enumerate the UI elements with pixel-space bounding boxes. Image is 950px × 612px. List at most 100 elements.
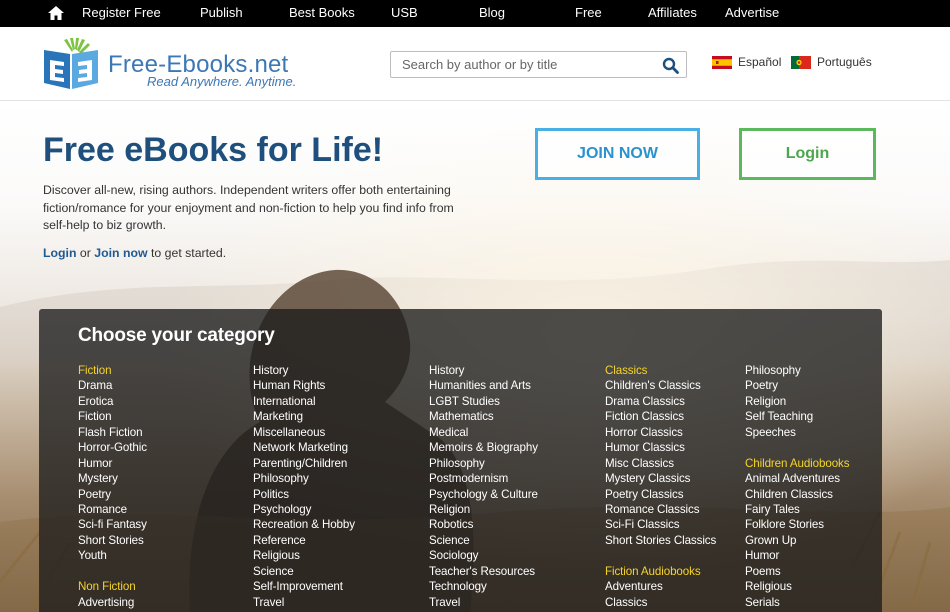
- category-link[interactable]: Animal Adventures: [745, 471, 849, 486]
- category-link[interactable]: Robotics: [429, 517, 538, 532]
- hero-login-link[interactable]: Login: [43, 246, 76, 260]
- category-link[interactable]: Poetry Classics: [605, 487, 716, 502]
- category-link[interactable]: Religious: [253, 548, 355, 563]
- category-link[interactable]: Human Rights: [253, 378, 355, 393]
- language-spanish[interactable]: Español: [712, 55, 781, 69]
- category-link[interactable]: Serials: [745, 595, 849, 610]
- category-link[interactable]: Reference: [253, 533, 355, 548]
- category-link[interactable]: LGBT Studies: [429, 394, 538, 409]
- category-link[interactable]: Short Stories: [78, 533, 147, 548]
- category-link[interactable]: Folklore Stories: [745, 517, 849, 532]
- category-link[interactable]: Religion: [429, 502, 538, 517]
- search-input[interactable]: [391, 52, 651, 77]
- category-link[interactable]: Speeches: [745, 425, 849, 440]
- category-link[interactable]: Technology: [429, 579, 538, 594]
- category-link[interactable]: Flash Fiction: [78, 425, 147, 440]
- category-link[interactable]: Humor Classics: [605, 440, 716, 455]
- nav-best-books[interactable]: Best Books: [289, 5, 355, 21]
- hero-description: Discover all-new, rising authors. Indepe…: [43, 183, 454, 232]
- category-link[interactable]: Parenting/Children: [253, 456, 355, 471]
- nav-register-free[interactable]: Register Free: [82, 5, 161, 21]
- category-link[interactable]: Marketing: [253, 409, 355, 424]
- hero-section: Free eBooks for Life! Discover all-new, …: [0, 102, 950, 612]
- category-link[interactable]: Short Stories Classics: [605, 533, 716, 548]
- category-link[interactable]: Classics: [605, 595, 716, 610]
- category-link[interactable]: Poetry: [78, 487, 147, 502]
- category-link[interactable]: Self-Improvement: [253, 579, 355, 594]
- category-link[interactable]: Misc Classics: [605, 456, 716, 471]
- nav-usb[interactable]: USB: [391, 5, 418, 21]
- category-link[interactable]: Fiction: [78, 409, 147, 424]
- category-heading[interactable]: Fiction Audiobooks: [605, 564, 716, 579]
- category-link[interactable]: History: [253, 363, 355, 378]
- join-now-button[interactable]: JOIN NOW: [535, 128, 700, 180]
- category-link[interactable]: Children's Classics: [605, 378, 716, 393]
- category-link[interactable]: Religious: [745, 579, 849, 594]
- category-link[interactable]: Science: [429, 533, 538, 548]
- nav-advertise[interactable]: Advertise: [725, 5, 779, 21]
- category-link[interactable]: Humor: [745, 548, 849, 563]
- category-link[interactable]: Travel: [253, 595, 355, 610]
- category-link[interactable]: Travel: [429, 595, 538, 610]
- category-link[interactable]: Horror Classics: [605, 425, 716, 440]
- category-link[interactable]: Humanities and Arts: [429, 378, 538, 393]
- language-portuguese[interactable]: Português: [791, 55, 872, 69]
- category-link[interactable]: Philosophy: [745, 363, 849, 378]
- category-link[interactable]: Psychology: [253, 502, 355, 517]
- category-link[interactable]: Philosophy: [253, 471, 355, 486]
- category-link[interactable]: Miscellaneous: [253, 425, 355, 440]
- category-link[interactable]: Horror-Gothic: [78, 440, 147, 455]
- category-link[interactable]: Mathematics: [429, 409, 538, 424]
- category-link[interactable]: Drama: [78, 378, 147, 393]
- category-link[interactable]: Sci-fi Fantasy: [78, 517, 147, 532]
- category-heading[interactable]: Classics: [605, 363, 716, 378]
- category-link[interactable]: Sociology: [429, 548, 538, 563]
- category-link[interactable]: Memoirs & Biography: [429, 440, 538, 455]
- category-title: Choose your category: [78, 325, 275, 346]
- category-link[interactable]: Romance: [78, 502, 147, 517]
- category-link[interactable]: Romance Classics: [605, 502, 716, 517]
- category-link[interactable]: Religion: [745, 394, 849, 409]
- category-link[interactable]: Adventures: [605, 579, 716, 594]
- category-link[interactable]: Self Teaching: [745, 409, 849, 424]
- category-link[interactable]: Youth: [78, 548, 147, 563]
- nav-publish[interactable]: Publish: [200, 5, 243, 21]
- category-link[interactable]: Science: [253, 564, 355, 579]
- search-icon[interactable]: [662, 57, 679, 74]
- category-link[interactable]: Philosophy: [429, 456, 538, 471]
- category-link[interactable]: Mystery: [78, 471, 147, 486]
- category-link[interactable]: Postmodernism: [429, 471, 538, 486]
- book-logo-icon[interactable]: [42, 38, 102, 90]
- category-link[interactable]: History: [429, 363, 538, 378]
- category-link[interactable]: Medical: [429, 425, 538, 440]
- category-link[interactable]: Psychology & Culture: [429, 487, 538, 502]
- category-heading[interactable]: Fiction: [78, 363, 147, 378]
- nav-free[interactable]: Free: [575, 5, 602, 21]
- category-link[interactable]: Children Classics: [745, 487, 849, 502]
- category-link[interactable]: Drama Classics: [605, 394, 716, 409]
- nav-blog[interactable]: Blog: [479, 5, 505, 21]
- category-link[interactable]: Network Marketing: [253, 440, 355, 455]
- language-portuguese-label: Português: [817, 55, 872, 69]
- category-column-2: History Human Rights International Marketin…: [253, 363, 355, 610]
- category-link[interactable]: Recreation & Hobby: [253, 517, 355, 532]
- category-link[interactable]: Mystery Classics: [605, 471, 716, 486]
- category-link[interactable]: Humor: [78, 456, 147, 471]
- category-link[interactable]: Sci-Fi Classics: [605, 517, 716, 532]
- category-heading[interactable]: Children Audiobooks: [745, 456, 850, 471]
- category-link[interactable]: Advertising: [78, 595, 147, 610]
- hero-join-link[interactable]: Join now: [94, 246, 147, 260]
- category-link[interactable]: Teacher's Resources: [429, 564, 538, 579]
- category-link[interactable]: Fiction Classics: [605, 409, 716, 424]
- category-link[interactable]: Politics: [253, 487, 355, 502]
- category-link[interactable]: Fairy Tales: [745, 502, 849, 517]
- category-heading[interactable]: Non Fiction: [78, 579, 147, 594]
- home-icon[interactable]: [47, 5, 65, 21]
- login-button[interactable]: Login: [739, 128, 876, 180]
- category-link[interactable]: International: [253, 394, 355, 409]
- nav-affiliates[interactable]: Affiliates: [648, 5, 697, 21]
- category-link[interactable]: Erotica: [78, 394, 147, 409]
- category-link[interactable]: Poems: [745, 564, 849, 579]
- category-link[interactable]: Poetry: [745, 378, 849, 393]
- category-link[interactable]: Grown Up: [745, 533, 849, 548]
